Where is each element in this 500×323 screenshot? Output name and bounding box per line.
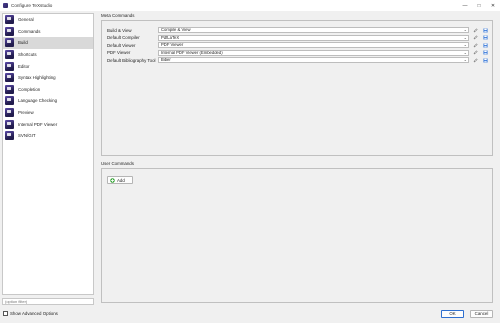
edit-command-button[interactable] [472, 42, 479, 48]
build-view-select[interactable]: Compile & View ⌄ [158, 27, 469, 33]
select-value: Internal PDF Viewer (Embedded) [161, 49, 223, 55]
sidebar-item-completion[interactable]: Completion [3, 84, 93, 96]
row-label: Default Bibliography Tool [107, 57, 156, 63]
meta-row-default-bibliography-tool: Default Bibliography Tool Biber ⌄ [107, 57, 491, 63]
title-bar: Configure TeXstudio — □ ✕ [0, 0, 500, 11]
pencil-icon [473, 57, 478, 62]
completion-icon [5, 84, 14, 94]
svn-git-icon [5, 131, 14, 141]
row-label: Default Compiler [107, 35, 140, 40]
window-controls: — □ ✕ [458, 0, 500, 11]
pencil-icon [473, 42, 478, 47]
row-label: Build & View [107, 27, 132, 33]
sidebar-item-internal-pdf-viewer[interactable]: Internal PDF Viewer [3, 118, 93, 130]
edit-command-button[interactable] [472, 27, 479, 33]
sidebar-item-label: Commands [18, 28, 41, 34]
select-value: Compile & View [161, 27, 191, 32]
select-value: PdfLaTeX [161, 34, 180, 40]
sidebar-item-label: Completion [18, 86, 41, 92]
editor-icon [5, 61, 14, 71]
sidebar-item-preview[interactable]: Preview [3, 107, 93, 119]
sidebar-item-label: Language Checking [18, 98, 58, 104]
user-commands-group: Add [101, 168, 493, 303]
chevron-down-icon: ⌄ [463, 57, 467, 62]
pdf-viewer-icon [5, 119, 14, 129]
chevron-down-icon: ⌄ [463, 49, 467, 55]
build-icon [5, 38, 14, 48]
show-advanced-options[interactable]: Show Advanced Options [3, 311, 58, 316]
sidebar-item-general[interactable]: General [3, 14, 93, 26]
window-title: Configure TeXstudio [11, 3, 53, 8]
sidebar-item-build[interactable]: Build [3, 37, 93, 49]
pencil-icon [473, 27, 478, 32]
sidebar-item-language-checking[interactable]: Language Checking [3, 95, 93, 107]
sidebar-item-label: Internal PDF Viewer [18, 121, 58, 127]
bibliography-tool-select[interactable]: Biber ⌄ [158, 57, 469, 63]
minimize-button[interactable]: — [458, 0, 472, 11]
meta-row-default-viewer: Default Viewer PDF Viewer ⌄ [107, 42, 491, 48]
close-button[interactable]: ✕ [486, 0, 500, 11]
edit-command-button[interactable] [472, 57, 479, 63]
select-value: Biber [161, 57, 171, 62]
ok-button[interactable]: OK [441, 310, 464, 318]
user-commands-title: User Commands [101, 161, 134, 166]
meta-row-build-view: Build & View Compile & View ⌄ [107, 27, 491, 33]
option-filter-input[interactable] [2, 298, 94, 305]
chevron-down-icon: ⌄ [463, 34, 467, 40]
save-command-button[interactable] [482, 42, 489, 48]
pencil-icon [473, 50, 478, 55]
save-command-button[interactable] [482, 57, 489, 63]
show-advanced-checkbox[interactable] [3, 311, 8, 316]
add-label: Add [117, 177, 125, 183]
save-icon [483, 35, 488, 40]
save-icon [483, 58, 488, 62]
chevron-down-icon: ⌄ [463, 42, 467, 47]
save-icon [483, 43, 488, 47]
general-icon [5, 15, 14, 25]
commands-icon [5, 26, 14, 36]
row-label: Default Viewer [107, 42, 136, 48]
meta-commands-group: Build & View Compile & View ⌄ Default Co… [101, 20, 493, 156]
show-advanced-label: Show Advanced Options [10, 311, 58, 316]
language-checking-icon [5, 96, 14, 106]
edit-command-button[interactable] [472, 50, 479, 56]
meta-row-pdf-viewer: PDF Viewer Internal PDF Viewer (Embedded… [107, 49, 491, 56]
sidebar-item-syntax-highlighting[interactable]: Syntax Highlighting [3, 72, 93, 84]
sidebar-item-label: Editor [18, 63, 30, 69]
save-command-button[interactable] [482, 35, 489, 41]
pdf-viewer-select[interactable]: Internal PDF Viewer (Embedded) ⌄ [158, 49, 469, 56]
sidebar-item-editor[interactable]: Editor [3, 60, 93, 72]
maximize-button[interactable]: □ [472, 0, 486, 11]
sidebar-nav: General Commands Build Shortcuts Editor … [2, 13, 94, 295]
row-label: PDF Viewer [107, 50, 131, 55]
save-icon [483, 50, 488, 55]
sidebar-item-label: Shortcuts [18, 52, 37, 58]
save-icon [483, 28, 488, 32]
edit-command-button[interactable] [472, 35, 479, 41]
sidebar-item-label: Build [18, 40, 28, 46]
shortcuts-icon [5, 50, 14, 60]
sidebar-item-label: General [18, 17, 34, 23]
select-value: PDF Viewer [161, 42, 184, 47]
default-compiler-select[interactable]: PdfLaTeX ⌄ [158, 34, 469, 41]
sidebar-item-commands[interactable]: Commands [3, 26, 93, 38]
save-command-button[interactable] [482, 50, 489, 56]
meta-commands-title: Meta Commands [101, 13, 135, 18]
sidebar-item-label: Syntax Highlighting [18, 75, 56, 81]
plus-icon [110, 177, 115, 183]
save-command-button[interactable] [482, 27, 489, 33]
syntax-highlighting-icon [5, 73, 14, 83]
sidebar-item-label: SVN/GIT [18, 133, 36, 139]
cancel-button[interactable]: Cancel [470, 310, 493, 318]
chevron-down-icon: ⌄ [463, 27, 467, 32]
pencil-icon [473, 35, 478, 40]
default-viewer-select[interactable]: PDF Viewer ⌄ [158, 42, 469, 48]
preview-icon [5, 108, 14, 118]
sidebar-item-label: Preview [18, 110, 34, 116]
sidebar-item-shortcuts[interactable]: Shortcuts [3, 49, 93, 61]
sidebar-item-svn-git[interactable]: SVN/GIT [3, 130, 93, 142]
add-command-button[interactable]: Add [107, 176, 133, 184]
meta-row-default-compiler: Default Compiler PdfLaTeX ⌄ [107, 34, 491, 41]
texstudio-app-icon [3, 3, 8, 8]
